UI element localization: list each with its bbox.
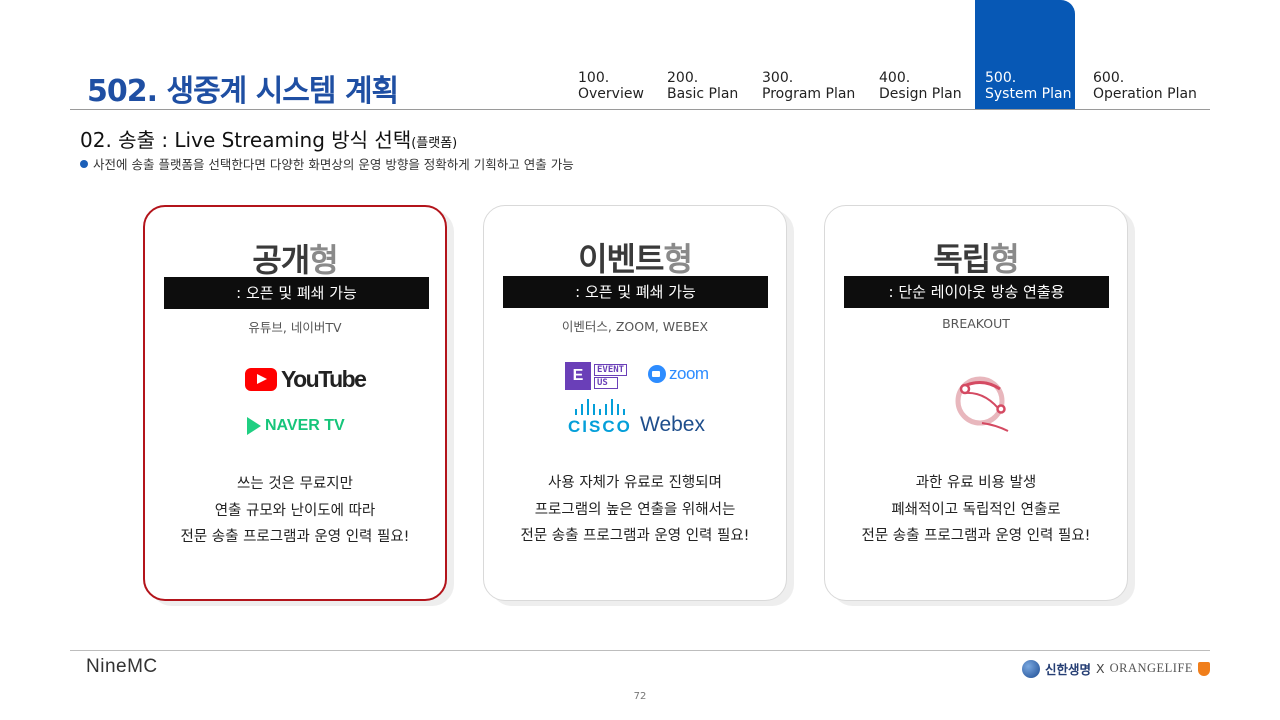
description-line: 폐쇄적이고 독립적인 연출로 (891, 501, 1061, 518)
youtube-play-icon (245, 368, 277, 391)
bullet-text: 사전에 송출 플랫폼을 선택한다면 다양한 화면상의 운영 방향을 정확하게 기… (93, 157, 574, 172)
description-line: 전문 송출 프로그램과 운영 인력 필요! (520, 528, 750, 544)
card-title-main: 독립 (933, 240, 991, 278)
card-title-main: 이벤트 (578, 240, 664, 278)
tab-number: 400. (879, 70, 911, 86)
zoom-logo: zoom (648, 364, 709, 384)
tab-system-plan[interactable]: 500. System Plan (975, 0, 1075, 109)
client-logos: 신한생명 X ORANGELIFE (1022, 659, 1211, 678)
card-description: 과한 유료 비용 발생 폐쇄적이고 독립적인 연출로 전문 송출 프로그램과 운… (825, 470, 1127, 550)
section-title: 02. 송출 : Live Streaming 방식 선택(플랫폼) (80, 124, 457, 153)
tab-label: System Plan (985, 86, 1072, 102)
youtube-logo: YouTube (245, 366, 367, 393)
card-title-accent: 형 (663, 240, 692, 278)
card-subtitle-bar: : 오픈 및 폐쇄 가능 (164, 277, 429, 309)
tab-design-plan[interactable]: 400. Design Plan (879, 70, 962, 102)
breakout-icon (952, 369, 1012, 437)
tab-number: 600. (1093, 70, 1125, 86)
cisco-wordmark: CISCO (568, 417, 632, 436)
card-description: 사용 자체가 유료로 진행되며 프로그램의 높은 연출을 위해서는 전문 송출 … (484, 470, 786, 550)
card-platforms: 유튜브, 네이버TV (248, 320, 342, 335)
eventus-wordmark: EVENT US (594, 363, 628, 389)
header-divider (70, 109, 1210, 110)
logo-separator: X (1096, 661, 1105, 676)
zoom-wordmark: zoom (669, 364, 709, 383)
bullet-dot-icon (80, 159, 88, 168)
tab-number: 500. (985, 70, 1017, 86)
tab-program-plan[interactable]: 300. Program Plan (762, 70, 855, 102)
eventus-bottom: US (594, 376, 618, 389)
page-title: 502. 생중계 시스템 계획 (87, 74, 399, 109)
description-line: 연출 규모와 난이도에 따라 (214, 502, 376, 519)
card-title: 이벤트형 (484, 234, 786, 280)
card-title: 공개형 (145, 235, 445, 281)
naver-tv-wordmark: NAVER TV (265, 417, 345, 434)
youtube-wordmark: YouTube (281, 366, 367, 392)
description-line: 전문 송출 프로그램과 운영 인력 필요! (180, 529, 410, 545)
footer-divider (70, 650, 1210, 651)
card-subtitle-bar: : 단순 레이아웃 방송 연출용 (844, 276, 1109, 308)
card-subtitle-bar: : 오픈 및 폐쇄 가능 (503, 276, 768, 308)
card-platforms: 이벤터스, ZOOM, WEBEX (561, 319, 709, 334)
cisco-logo: CISCO (568, 399, 632, 437)
tab-number: 100. (578, 70, 610, 86)
tab-operation-plan[interactable]: 600. Operation Plan (1093, 70, 1197, 102)
naver-play-icon (247, 417, 261, 435)
card-platforms: BREAKOUT (942, 316, 1010, 331)
eventus-top: EVENT (594, 363, 628, 376)
description-line: 사용 자체가 유료로 진행되며 (548, 475, 722, 491)
eventus-logo: E EVENT US (565, 362, 628, 390)
naver-tv-logo: NAVER TV (247, 417, 345, 435)
card-public: 공개형 : 오픈 및 폐쇄 가능 유튜브, 네이버TV YouTube NAVE… (143, 205, 447, 601)
tab-label: Program Plan (762, 86, 856, 102)
tab-label: Overview (578, 86, 644, 102)
shinhan-wordmark: 신한생명 (1045, 662, 1092, 677)
description-line: 전문 송출 프로그램과 운영 인력 필요! (861, 528, 1091, 544)
tab-label: Operation Plan (1093, 86, 1197, 102)
card-title-main: 공개 (252, 241, 310, 279)
card-title-accent: 형 (309, 241, 338, 279)
section-bullet: 사전에 송출 플랫폼을 선택한다면 다양한 화면상의 운영 방향을 정확하게 기… (80, 154, 574, 173)
orangelife-wordmark: ORANGELIFE (1109, 661, 1194, 675)
card-event: 이벤트형 : 오픈 및 폐쇄 가능 이벤터스, ZOOM, WEBEX E EV… (483, 205, 787, 601)
tab-overview[interactable]: 100. Overview (578, 70, 644, 102)
tab-basic-plan[interactable]: 200. Basic Plan (667, 70, 738, 102)
shinhan-globe-icon (1022, 659, 1040, 678)
card-title: 독립형 (825, 234, 1127, 280)
description-line: 과한 유료 비용 발생 (915, 475, 1037, 491)
eventus-e-icon: E (565, 362, 591, 390)
ninemc-logo: NineMC (86, 656, 158, 677)
orangelife-shield-icon (1198, 661, 1211, 676)
section-title-text: 02. 송출 : Live Streaming 방식 선택 (80, 128, 412, 152)
card-independent: 독립형 : 단순 레이아웃 방송 연출용 BREAKOUT 과한 유료 비용 발… (824, 205, 1128, 601)
tab-number: 200. (667, 70, 699, 86)
tab-number: 300. (762, 70, 794, 86)
card-description: 쓰는 것은 무료지만 연출 규모와 난이도에 따라 전문 송출 프로그램과 운영… (145, 471, 445, 551)
section-title-suffix: (플랫폼) (411, 136, 458, 151)
tab-label: Basic Plan (667, 86, 739, 102)
card-title-accent: 형 (990, 240, 1019, 278)
page-number: 72 (633, 691, 647, 702)
cisco-bars-icon (574, 399, 626, 415)
zoom-camera-icon (648, 365, 666, 383)
description-line: 쓰는 것은 무료지만 (237, 476, 353, 492)
tab-label: Design Plan (879, 86, 962, 102)
webex-wordmark: Webex (640, 413, 705, 436)
description-line: 프로그램의 높은 연출을 위해서는 (534, 501, 736, 518)
